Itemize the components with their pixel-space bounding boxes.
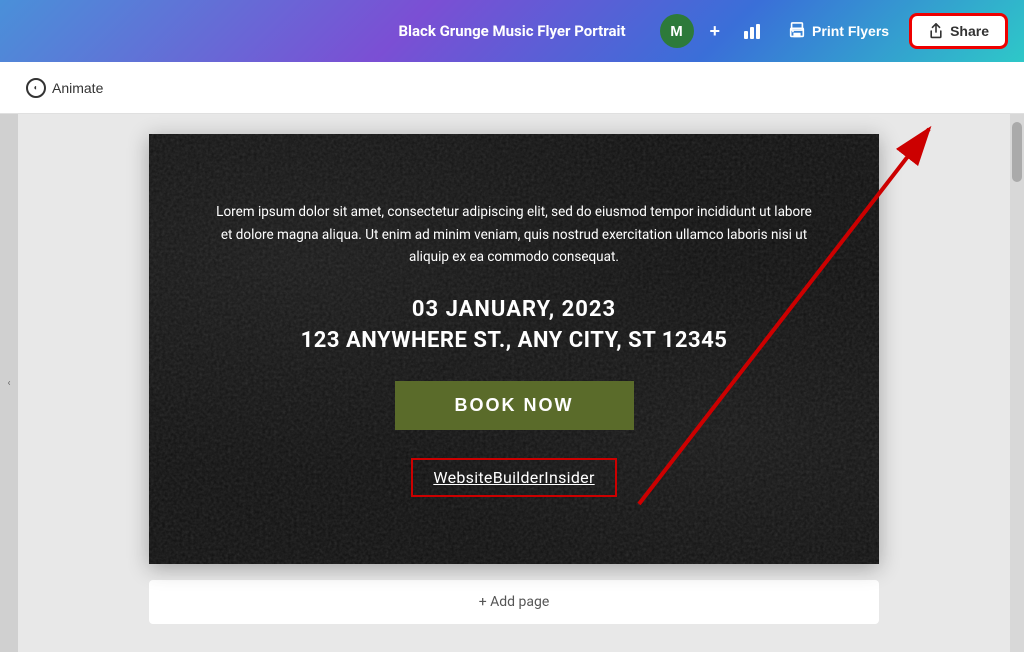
event-date-text: 03 JANUARY, 2023 xyxy=(412,297,616,322)
print-icon xyxy=(788,22,806,40)
event-address-text: 123 ANYWHERE ST., ANY CITY, ST 12345 xyxy=(301,328,728,353)
left-panel-toggle[interactable]: ‹ xyxy=(0,114,18,652)
bar-chart-icon xyxy=(742,21,762,41)
header-center: Black Grunge Music Flyer Portrait xyxy=(398,22,625,40)
animate-button[interactable]: ◐ Animate xyxy=(16,72,113,104)
main-content: ‹ Lorem ipsum dolor sit amet, consectetu… xyxy=(0,114,1024,652)
design-canvas[interactable]: Lorem ipsum dolor sit amet, consectetur … xyxy=(149,134,879,564)
add-page-label: + Add page xyxy=(479,594,550,610)
lorem-ipsum-text: Lorem ipsum dolor sit amet, consectetur … xyxy=(209,201,819,270)
book-now-button[interactable]: BOOK NOW xyxy=(395,381,634,430)
share-icon xyxy=(928,23,944,39)
avatar-button[interactable]: M xyxy=(660,14,694,48)
share-label: Share xyxy=(950,23,989,39)
animate-label: Animate xyxy=(52,80,103,96)
animate-circle-icon: ◐ xyxy=(26,78,46,98)
scrollbar-thumb[interactable] xyxy=(1012,122,1022,182)
website-link-text: WebsiteBuilderInsider xyxy=(433,468,594,487)
plus-button[interactable]: + xyxy=(706,17,725,46)
add-page-button[interactable]: + Add page xyxy=(149,580,879,624)
share-button[interactable]: Share xyxy=(909,13,1008,49)
print-flyers-button[interactable]: Print Flyers xyxy=(780,18,897,44)
left-chevron-icon: ‹ xyxy=(7,378,10,389)
app-header: Black Grunge Music Flyer Portrait M + Pr… xyxy=(0,0,1024,62)
print-flyers-label: Print Flyers xyxy=(812,23,889,39)
header-right: M + Print Flyers Share xyxy=(660,13,1008,49)
website-link-box[interactable]: WebsiteBuilderInsider xyxy=(411,458,616,497)
analytics-button[interactable] xyxy=(736,17,768,45)
canvas-area: Lorem ipsum dolor sit amet, consectetur … xyxy=(18,114,1010,652)
scrollbar[interactable] xyxy=(1010,114,1024,652)
document-title: Black Grunge Music Flyer Portrait xyxy=(398,22,625,40)
canvas-content: Lorem ipsum dolor sit amet, consectetur … xyxy=(149,134,879,564)
toolbar: ◐ Animate xyxy=(0,62,1024,114)
